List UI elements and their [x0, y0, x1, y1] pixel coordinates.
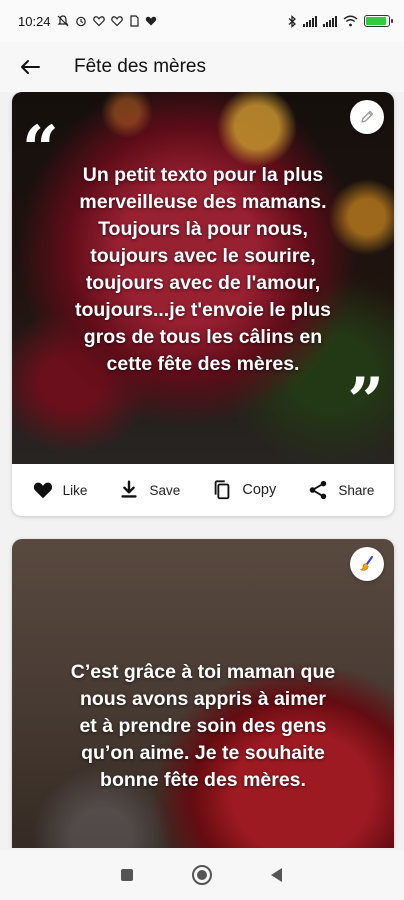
paint-brush-icon — [359, 555, 374, 571]
system-nav-bar — [0, 850, 404, 900]
quote-card: “ Un petit texto pour la plus merveilleu… — [12, 92, 394, 516]
heart-icon — [110, 16, 123, 27]
quote-card: C’est grâce à toi maman que nous avons a… — [12, 539, 394, 848]
app-bar: Fête des mères — [0, 42, 404, 92]
share-icon — [310, 480, 327, 500]
quote-image[interactable]: “ Un petit texto pour la plus merveilleu… — [12, 92, 394, 464]
copy-button[interactable]: Copy — [211, 479, 276, 501]
edit-pencil-icon — [361, 110, 374, 123]
status-left: 10:24 — [18, 14, 157, 29]
page-title: Fête des mères — [74, 56, 206, 77]
signal-icon — [323, 15, 337, 27]
quote-text: C’est grâce à toi maman que nous avons a… — [70, 661, 336, 791]
signal-icon — [303, 15, 317, 27]
back-nav-button[interactable] — [257, 855, 297, 895]
close-quote-icon: ” — [347, 364, 384, 439]
status-bar: 10:24 — [0, 0, 404, 42]
quote-image[interactable]: C’est grâce à toi maman que nous avons a… — [12, 539, 394, 848]
copy-label: Copy — [242, 482, 277, 498]
back-triangle-icon — [270, 868, 282, 882]
edit-button[interactable] — [350, 100, 384, 134]
recents-button[interactable] — [107, 855, 147, 895]
like-button[interactable]: Like — [32, 479, 88, 501]
quote-text: Un petit texto pour la plus merveilleuse… — [74, 164, 331, 375]
bluetooth-icon — [288, 14, 296, 28]
paint-button[interactable] — [350, 547, 384, 581]
arrow-left-icon — [21, 60, 40, 74]
heart-icon — [92, 16, 105, 27]
heart-icon — [33, 482, 52, 499]
share-button[interactable]: Share — [307, 479, 374, 501]
download-icon — [121, 480, 138, 498]
alarm-icon — [75, 16, 86, 27]
status-right — [288, 14, 393, 28]
quote-list[interactable]: “ Un petit texto pour la plus merveilleu… — [0, 92, 404, 848]
save-button[interactable]: Save — [118, 479, 180, 501]
battery-level — [366, 17, 386, 25]
home-circle-icon — [191, 865, 212, 885]
share-label: Share — [338, 482, 375, 498]
recents-square-icon — [121, 869, 134, 881]
copy-icon — [215, 480, 230, 500]
like-label: Like — [62, 482, 88, 498]
heart-icon — [145, 16, 156, 26]
action-bar: Like Save Copy Share — [12, 464, 394, 516]
wifi-icon — [343, 15, 358, 27]
notifications-off-icon — [57, 15, 68, 27]
status-time: 10:24 — [18, 13, 51, 29]
home-button[interactable] — [182, 855, 222, 895]
battery-icon — [364, 15, 393, 27]
back-button[interactable] — [0, 42, 60, 92]
save-label: Save — [149, 482, 181, 498]
sim-icon — [129, 15, 139, 27]
